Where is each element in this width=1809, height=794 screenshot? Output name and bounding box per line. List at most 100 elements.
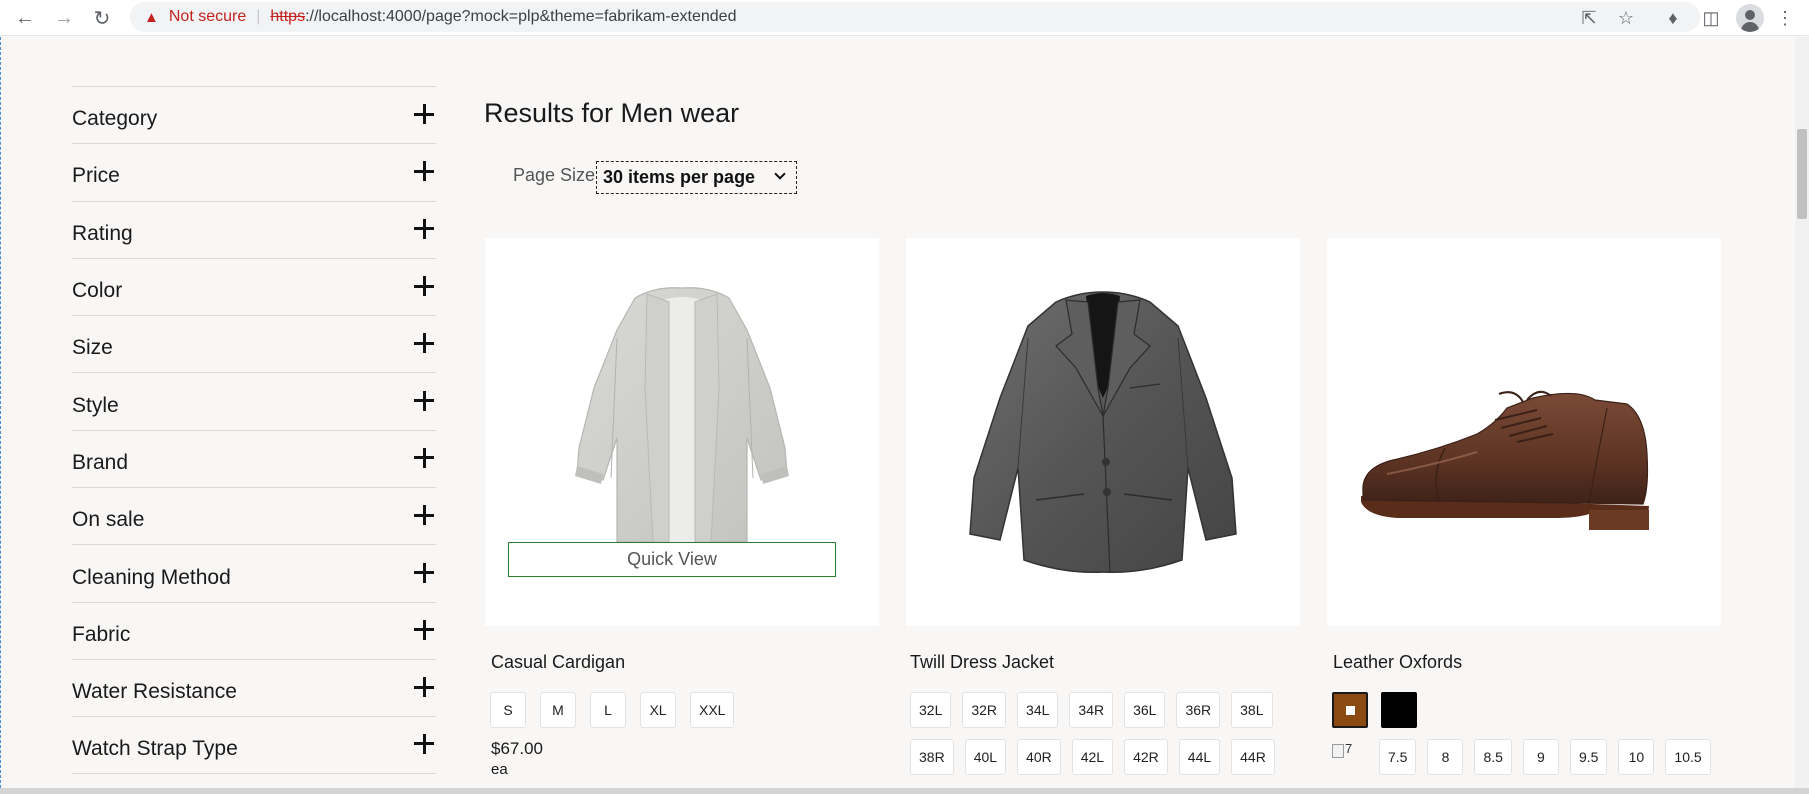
size-options: 7 7.5 8 8.5 9 9.5 10 10.5: [1332, 739, 1711, 775]
filter-style[interactable]: Style: [72, 372, 436, 429]
filter-cleaning-method[interactable]: Cleaning Method: [72, 544, 436, 601]
product-card[interactable]: Leather Oxfords 7 7.5 8 8.5 9 9.5 10 10.…: [1327, 238, 1721, 775]
size-chip[interactable]: XXL: [690, 692, 735, 728]
product-card[interactable]: Twill Dress Jacket 32L 32R 34L 34R 36L 3…: [906, 238, 1300, 775]
size-chip[interactable]: 8.5: [1474, 739, 1512, 775]
page-size-value: 30 items per page: [603, 167, 756, 187]
browser-toolbar: ← → ↻ ▲ Not secure | https://localhost:4…: [0, 0, 1809, 36]
size-chip[interactable]: L: [590, 692, 626, 728]
broken-image-alt: 7: [1345, 741, 1353, 756]
size-chip[interactable]: 10.5: [1665, 739, 1711, 775]
product-card[interactable]: Quick View Casual Cardigan S M L XL XXL …: [485, 238, 879, 778]
plus-icon[interactable]: [414, 447, 434, 468]
page-size-dropdown[interactable]: 30 items per page: [596, 161, 797, 194]
size-chip[interactable]: S: [490, 692, 526, 728]
size-chip[interactable]: 34R: [1069, 692, 1114, 728]
size-chip[interactable]: 36R: [1176, 692, 1221, 728]
plus-icon[interactable]: [414, 218, 434, 239]
filter-category[interactable]: Category: [72, 86, 436, 143]
filter-label: Category: [72, 107, 158, 131]
plus-icon[interactable]: [414, 276, 434, 297]
scrollbar-thumb[interactable]: [1797, 129, 1807, 219]
filter-label: On sale: [72, 508, 145, 532]
color-swatch-black[interactable]: [1381, 692, 1417, 728]
size-chip[interactable]: 40R: [1017, 739, 1061, 775]
quick-view-button[interactable]: Quick View: [508, 542, 836, 577]
filter-sidebar: Category Price Rating Color Size Style B…: [72, 86, 436, 774]
forward-arrow-icon[interactable]: →: [50, 4, 78, 32]
product-name[interactable]: Twill Dress Jacket: [910, 652, 1054, 673]
plus-icon[interactable]: [414, 619, 434, 640]
size-chip[interactable]: XL: [640, 692, 676, 728]
filter-water-resistance[interactable]: Water Resistance: [72, 658, 436, 716]
jacket-illustration: [969, 291, 1237, 573]
color-swatch-brown[interactable]: [1332, 692, 1368, 728]
product-name[interactable]: Leather Oxfords: [1333, 652, 1462, 673]
product-image[interactable]: Quick View: [485, 238, 879, 626]
size-options-row-2: 38R 40L 40R 42L 42R 44L 44R: [910, 739, 1275, 775]
page-size-label: Page Size: [513, 165, 596, 185]
extensions-puzzle-icon[interactable]: ♦: [1659, 4, 1687, 32]
plus-icon[interactable]: [414, 677, 434, 698]
size-chip[interactable]: 10: [1618, 739, 1655, 775]
filter-label: Fabric: [72, 622, 131, 646]
size-chip[interactable]: 42R: [1124, 739, 1168, 775]
size-chip[interactable]: 44L: [1178, 739, 1221, 775]
filter-brand[interactable]: Brand: [72, 429, 436, 487]
size-chip[interactable]: 40L: [964, 739, 1007, 775]
size-chip[interactable]: 8: [1427, 739, 1464, 775]
filter-color[interactable]: Color: [72, 257, 436, 315]
product-image[interactable]: [906, 238, 1300, 626]
filter-label: Style: [72, 393, 119, 417]
address-bar[interactable]: ▲ Not secure | https://localhost:4000/pa…: [130, 2, 1700, 32]
url-text: ://localhost:4000/page?mock=plp&theme=fa…: [305, 8, 737, 25]
plus-icon[interactable]: [414, 161, 434, 182]
size-chip[interactable]: 34L: [1017, 692, 1059, 728]
plus-icon[interactable]: [414, 390, 434, 411]
size-chip[interactable]: M: [540, 692, 576, 728]
share-icon[interactable]: ⇱: [1575, 4, 1603, 32]
bookmark-star-icon[interactable]: ☆: [1612, 4, 1640, 32]
size-chip[interactable]: 32R: [962, 692, 1007, 728]
vertical-scrollbar[interactable]: [1795, 37, 1809, 788]
product-image[interactable]: [1327, 238, 1721, 626]
plus-icon[interactable]: [414, 733, 434, 754]
chevron-down-icon: [774, 168, 786, 180]
product-name[interactable]: Casual Cardigan: [491, 652, 625, 673]
size-chip[interactable]: 9: [1522, 739, 1559, 775]
filter-label: Rating: [72, 221, 133, 245]
size-chip[interactable]: 9.5: [1569, 739, 1608, 775]
warning-triangle-icon: ▲: [144, 8, 159, 26]
reload-icon[interactable]: ↻: [88, 4, 116, 32]
plus-icon[interactable]: [414, 104, 434, 125]
omnibox-divider: |: [256, 8, 261, 25]
size-chip[interactable]: 7.5: [1379, 739, 1417, 775]
filter-price[interactable]: Price: [72, 143, 436, 200]
results-title: Results for Men wear: [484, 98, 740, 128]
filter-on-sale[interactable]: On sale: [72, 487, 436, 544]
horizontal-scrollbar[interactable]: [0, 788, 1809, 794]
security-status[interactable]: Not secure: [169, 8, 246, 26]
size-options: S M L XL XXL: [490, 692, 735, 728]
filter-size[interactable]: Size: [72, 315, 436, 372]
size-chip[interactable]: 42L: [1071, 739, 1114, 775]
kebab-menu-icon[interactable]: ⋮: [1771, 4, 1799, 32]
filter-fabric[interactable]: Fabric: [72, 601, 436, 659]
size-chip[interactable]: 36L: [1124, 692, 1166, 728]
size-chip[interactable]: 32L: [910, 692, 952, 728]
back-arrow-icon[interactable]: ←: [11, 4, 39, 32]
size-chip[interactable]: 38L: [1231, 692, 1273, 728]
filter-rating[interactable]: Rating: [72, 200, 436, 258]
plus-icon[interactable]: [414, 333, 434, 354]
size-chip[interactable]: 38R: [910, 739, 954, 775]
plus-icon[interactable]: [414, 505, 434, 526]
size-chip[interactable]: 44R: [1231, 739, 1275, 775]
filter-label: Watch Strap Type: [72, 736, 238, 760]
filter-label: Size: [72, 336, 113, 360]
profile-avatar-icon[interactable]: [1736, 4, 1764, 32]
filter-label: Color: [72, 279, 123, 303]
side-panel-icon[interactable]: ◫: [1697, 4, 1725, 32]
broken-image-icon[interactable]: 7: [1332, 739, 1368, 775]
filter-watch-strap-type[interactable]: Watch Strap Type: [72, 716, 436, 774]
plus-icon[interactable]: [414, 562, 434, 583]
